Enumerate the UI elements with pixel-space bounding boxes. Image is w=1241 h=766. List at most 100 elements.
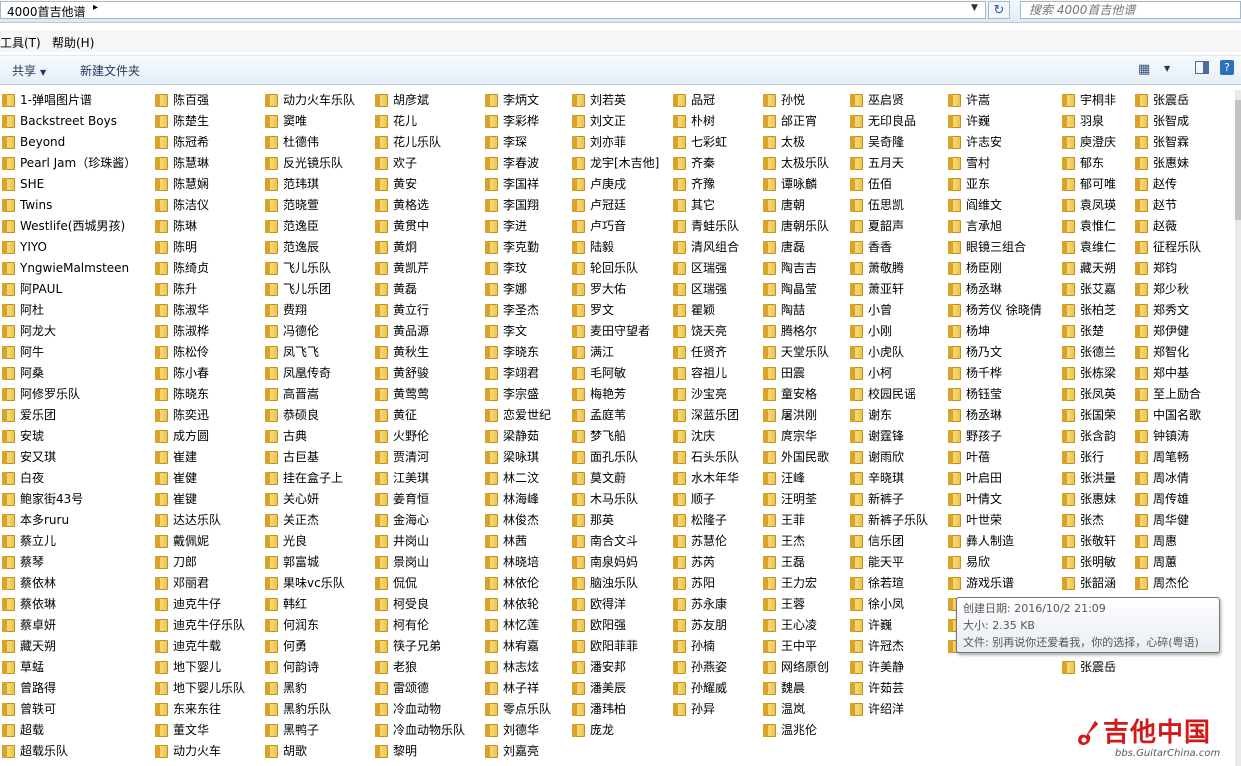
folder-icon [265, 661, 278, 674]
folder-name: 王杰 [781, 534, 806, 548]
folder-name: 张含韵 [1080, 429, 1117, 443]
folder-icon [485, 157, 498, 170]
folder-icon [375, 94, 388, 107]
folder-name: 李文 [503, 324, 528, 338]
folder-name: 徐小凤 [868, 597, 905, 611]
folder-name: 黄品源 [393, 324, 430, 338]
guitarchina-watermark: 吉他中国 bbs.GuitarChina.com [1075, 706, 1241, 766]
folder-name: 张惠妹 [1080, 492, 1117, 506]
folder-name: 叶倩文 [966, 492, 1003, 506]
folder-icon [572, 640, 585, 653]
folder-name: 吴奇隆 [868, 135, 905, 149]
folder-icon [1135, 556, 1148, 569]
folder-name: 刘德华 [503, 723, 540, 737]
refresh-icon[interactable]: ↻ [988, 1, 1010, 19]
folder-icon [1135, 283, 1148, 296]
folder-icon [265, 619, 278, 632]
folder-icon [155, 304, 168, 317]
breadcrumb-chevron-icon[interactable]: ▸ [93, 2, 98, 13]
share-button[interactable]: 共享 ▼ [12, 62, 46, 79]
folder-icon [763, 682, 776, 695]
folder-icon [485, 493, 498, 506]
folder-name: 景岗山 [393, 555, 430, 569]
folder-icon [572, 94, 585, 107]
folder-icon [673, 409, 686, 422]
breadcrumb-folder[interactable]: 4000首吉他谱 [7, 3, 86, 20]
folder-icon [1062, 220, 1075, 233]
folder-icon [572, 451, 585, 464]
folder-name: 周蕙 [1153, 555, 1178, 569]
search-input[interactable] [1029, 3, 1234, 17]
folder-name: 本多ruru [20, 513, 70, 527]
folder-name: 王菲 [781, 513, 806, 527]
folder-icon [155, 598, 168, 611]
folder-icon [2, 430, 15, 443]
folder-icon [265, 409, 278, 422]
folder-name: 卢庚戌 [590, 177, 627, 191]
folder-icon [265, 241, 278, 254]
folder-name: 中国名歌 [1153, 408, 1202, 422]
menu-tools[interactable]: 工具(T) [0, 34, 41, 51]
folder-name: 潘安邦 [590, 660, 627, 674]
folder-icon [375, 220, 388, 233]
folder-name: 李宗盛 [503, 387, 540, 401]
folder-icon [2, 157, 15, 170]
address-dropdown-arrow-icon[interactable]: ▼ [971, 3, 978, 13]
folder-name: 欢子 [393, 156, 418, 170]
folder-icon [485, 682, 498, 695]
folder-name: 孙悦 [781, 93, 806, 107]
folder-icon [673, 514, 686, 527]
folder-icon [375, 241, 388, 254]
new-folder-button[interactable]: 新建文件夹 [80, 62, 140, 79]
folder-icon [850, 661, 863, 674]
scrollbar-thumb[interactable] [1235, 100, 1241, 220]
folder-name: 张德兰 [1080, 345, 1117, 359]
menu-help[interactable]: 帮助(H) [52, 34, 94, 51]
folder-icon [763, 241, 776, 254]
folder-icon [375, 346, 388, 359]
folder-icon [485, 136, 498, 149]
folder-name: 那英 [590, 513, 615, 527]
folder-icon [673, 241, 686, 254]
folder-name: 叶启田 [966, 471, 1003, 485]
preview-pane-icon[interactable] [1195, 61, 1209, 74]
folder-icon [572, 556, 585, 569]
folder-name: 崔健 [173, 471, 198, 485]
folder-name: 柯有伦 [393, 618, 430, 632]
folder-name: 青蛙乐队 [691, 219, 740, 233]
folder-icon [2, 388, 15, 401]
folder-name: 邰正宵 [781, 114, 818, 128]
folder-name: 古典 [283, 429, 308, 443]
view-options-arrow-icon[interactable]: ▼ [1164, 64, 1170, 73]
folder-name: 许嵩 [966, 93, 991, 107]
folder-icon [155, 115, 168, 128]
folder-name: 阿牛 [20, 345, 45, 359]
folder-name: 张洪量 [1080, 471, 1117, 485]
folder-icon [673, 199, 686, 212]
folder-icon [948, 157, 961, 170]
folder-icon [850, 451, 863, 464]
search-box[interactable] [1020, 1, 1241, 19]
folder-icon [265, 598, 278, 611]
folder-name: 金海心 [393, 513, 430, 527]
view-options-icon[interactable]: ▦ [1138, 62, 1150, 77]
folder-name: 彝人制造 [966, 534, 1015, 548]
folder-icon [265, 325, 278, 338]
folder-icon [763, 556, 776, 569]
folder-name: 李进 [503, 219, 528, 233]
folder-name: 许茹芸 [868, 681, 905, 695]
folder-name: YIYO [20, 240, 47, 254]
guitar-logo-icon [1077, 719, 1100, 746]
folder-icon [763, 493, 776, 506]
folder-icon [1062, 304, 1075, 317]
folder-name: 香香 [868, 240, 893, 254]
folder-name: 新裤子乐队 [868, 513, 929, 527]
folder-icon [850, 472, 863, 485]
address-box[interactable]: 4000首吉他谱 ▸ ▼ [0, 1, 986, 19]
folder-icon [948, 493, 961, 506]
folder-icon [1135, 136, 1148, 149]
vertical-scrollbar[interactable] [1235, 90, 1241, 766]
help-icon[interactable]: ? [1220, 60, 1234, 75]
folder-name: 张国荣 [1080, 408, 1117, 422]
folder-icon [1135, 304, 1148, 317]
